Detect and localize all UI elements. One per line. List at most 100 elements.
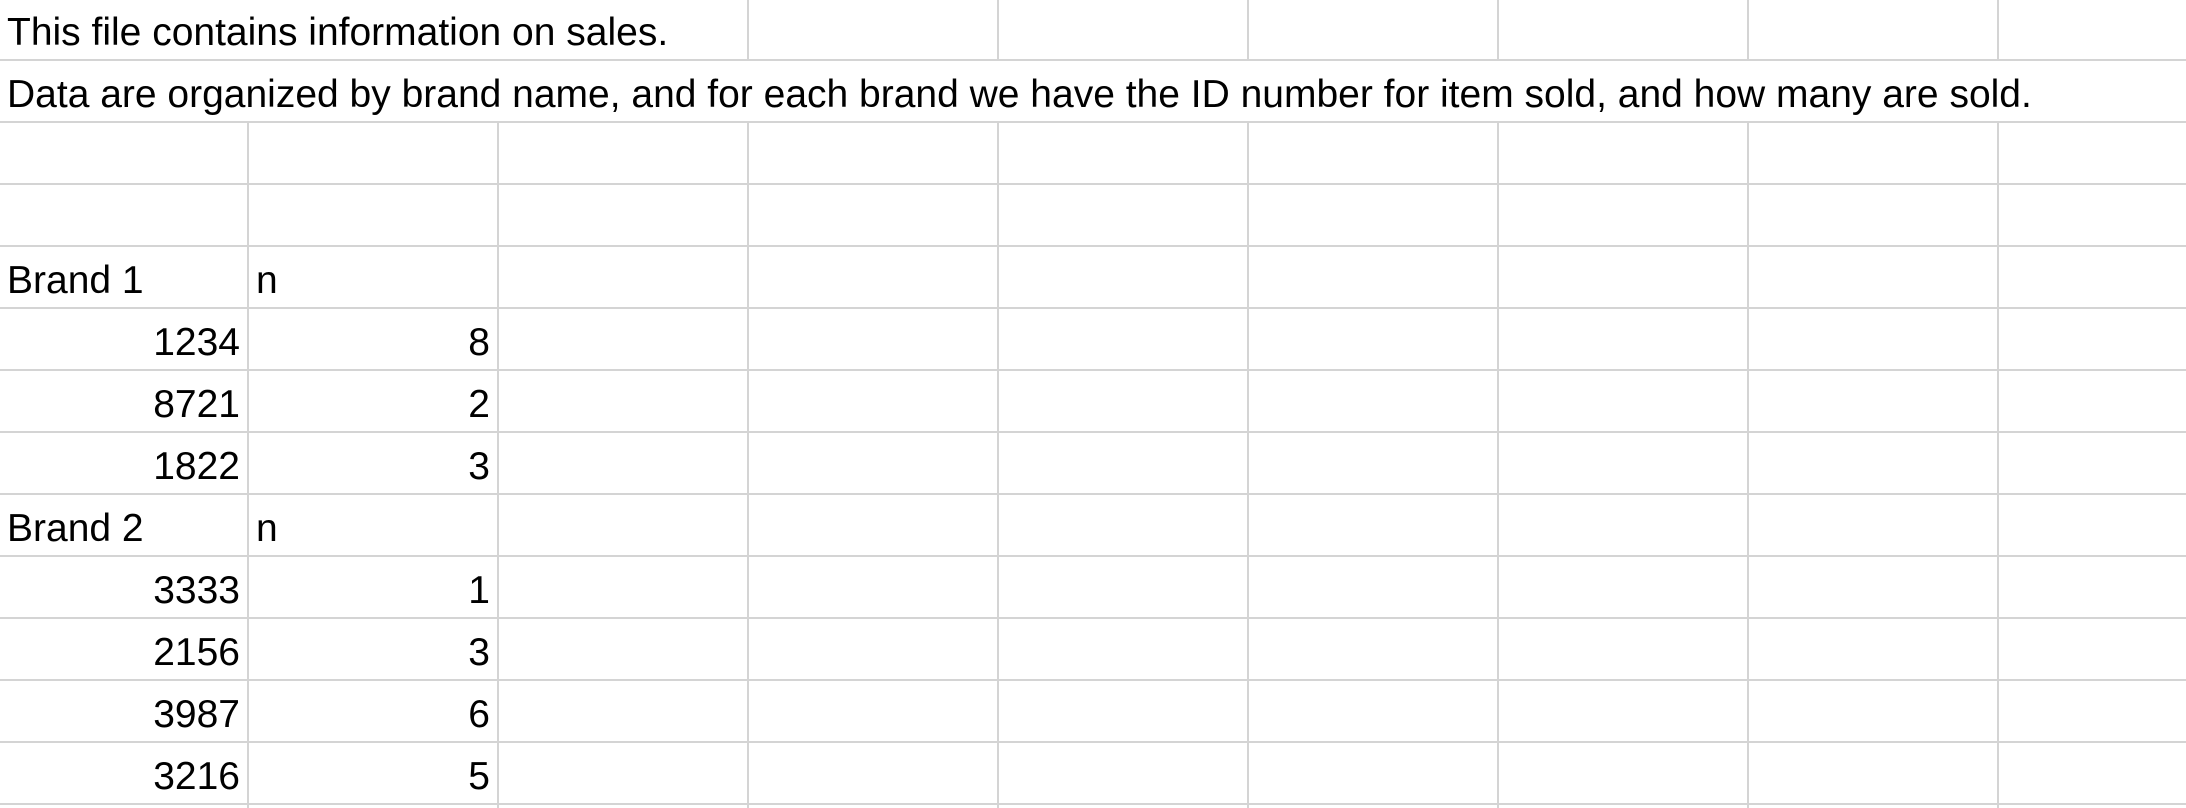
cell-r13-c7[interactable]: [1499, 743, 1749, 805]
cell-r8-c5[interactable]: [999, 433, 1249, 495]
cell-r10-c7[interactable]: [1499, 557, 1749, 619]
cell-r6-c6[interactable]: [1249, 309, 1499, 371]
cell-r9-c5[interactable]: [999, 495, 1249, 557]
cell-r5-c9[interactable]: [1999, 247, 2186, 309]
cell-r8-c7[interactable]: [1499, 433, 1749, 495]
cell-r11-c9[interactable]: [1999, 619, 2186, 681]
cell-r10-c9[interactable]: [1999, 557, 2186, 619]
cell-r7-c1[interactable]: 8721: [0, 371, 249, 433]
cell-r4-c4[interactable]: [749, 185, 999, 247]
cell-r4-c1[interactable]: [0, 185, 249, 247]
cell-r3-c1[interactable]: [0, 123, 249, 185]
cell-r13-c3[interactable]: [499, 743, 749, 805]
cell-r7-c7[interactable]: [1499, 371, 1749, 433]
cell-r11-c6[interactable]: [1249, 619, 1499, 681]
cell-r3-c2[interactable]: [249, 123, 499, 185]
cell-r1-c6[interactable]: [1249, 0, 1499, 61]
cell-r1-c1[interactable]: This file contains information on sales.: [0, 0, 668, 61]
cell-r5-c6[interactable]: [1249, 247, 1499, 309]
cell-r3-c8[interactable]: [1749, 123, 1999, 185]
cell-r5-c1[interactable]: Brand 1: [0, 247, 249, 309]
cell-r4-c2[interactable]: [249, 185, 499, 247]
cell-r5-c8[interactable]: [1749, 247, 1999, 309]
cell-r7-c3[interactable]: [499, 371, 749, 433]
cell-r9-c8[interactable]: [1749, 495, 1999, 557]
cell-r6-c7[interactable]: [1499, 309, 1749, 371]
cell-r5-c7[interactable]: [1499, 247, 1749, 309]
cell-r13-c8[interactable]: [1749, 743, 1999, 805]
cell-r13-c2[interactable]: 5: [249, 743, 499, 805]
cell-r10-c6[interactable]: [1249, 557, 1499, 619]
cell-r10-c1[interactable]: 3333: [0, 557, 249, 619]
cell-r1-c9[interactable]: [1999, 0, 2186, 61]
cell-r2-c1[interactable]: Data are organized by brand name, and fo…: [0, 61, 2032, 123]
cell-r4-c8[interactable]: [1749, 185, 1999, 247]
cell-r8-c8[interactable]: [1749, 433, 1999, 495]
cell-r3-c3[interactable]: [499, 123, 749, 185]
cell-r4-c6[interactable]: [1249, 185, 1499, 247]
cell-r4-c7[interactable]: [1499, 185, 1749, 247]
cell-r8-c2[interactable]: 3: [249, 433, 499, 495]
cell-r8-c9[interactable]: [1999, 433, 2186, 495]
cell-r9-c3[interactable]: [499, 495, 749, 557]
cell-r4-c3[interactable]: [499, 185, 749, 247]
cell-r3-c6[interactable]: [1249, 123, 1499, 185]
cell-r12-c4[interactable]: [749, 681, 999, 743]
cell-r11-c2[interactable]: 3: [249, 619, 499, 681]
cell-r7-c2[interactable]: 2: [249, 371, 499, 433]
cell-r6-c5[interactable]: [999, 309, 1249, 371]
cell-r8-c3[interactable]: [499, 433, 749, 495]
cell-r12-c9[interactable]: [1999, 681, 2186, 743]
cell-r12-c5[interactable]: [999, 681, 1249, 743]
cell-r7-c6[interactable]: [1249, 371, 1499, 433]
cell-r11-c3[interactable]: [499, 619, 749, 681]
cell-r12-c7[interactable]: [1499, 681, 1749, 743]
cell-r6-c1[interactable]: 1234: [0, 309, 249, 371]
cell-r5-c5[interactable]: [999, 247, 1249, 309]
cell-r7-c5[interactable]: [999, 371, 1249, 433]
cell-r1-c8[interactable]: [1749, 0, 1999, 61]
cell-r7-c8[interactable]: [1749, 371, 1999, 433]
cell-r1-c4[interactable]: [749, 0, 999, 61]
cell-r10-c3[interactable]: [499, 557, 749, 619]
cell-r3-c5[interactable]: [999, 123, 1249, 185]
cell-r1-c5[interactable]: [999, 0, 1249, 61]
cell-r5-c3[interactable]: [499, 247, 749, 309]
cell-r3-c7[interactable]: [1499, 123, 1749, 185]
cell-r6-c3[interactable]: [499, 309, 749, 371]
cell-r11-c8[interactable]: [1749, 619, 1999, 681]
cell-r10-c5[interactable]: [999, 557, 1249, 619]
cell-r13-c5[interactable]: [999, 743, 1249, 805]
cell-r11-c1[interactable]: 2156: [0, 619, 249, 681]
cell-r8-c4[interactable]: [749, 433, 999, 495]
cell-r13-c1[interactable]: 3216: [0, 743, 249, 805]
cell-r6-c9[interactable]: [1999, 309, 2186, 371]
cell-r12-c3[interactable]: [499, 681, 749, 743]
cell-r10-c2[interactable]: 1: [249, 557, 499, 619]
cell-r10-c4[interactable]: [749, 557, 999, 619]
cell-r8-c6[interactable]: [1249, 433, 1499, 495]
cell-r3-c4[interactable]: [749, 123, 999, 185]
cell-r10-c8[interactable]: [1749, 557, 1999, 619]
cell-r5-c4[interactable]: [749, 247, 999, 309]
cell-r9-c6[interactable]: [1249, 495, 1499, 557]
cell-r11-c5[interactable]: [999, 619, 1249, 681]
cell-r9-c1[interactable]: Brand 2: [0, 495, 249, 557]
cell-r6-c8[interactable]: [1749, 309, 1999, 371]
cell-r4-c9[interactable]: [1999, 185, 2186, 247]
cell-r12-c1[interactable]: 3987: [0, 681, 249, 743]
cell-r11-c4[interactable]: [749, 619, 999, 681]
cell-r13-c6[interactable]: [1249, 743, 1499, 805]
cell-r9-c2[interactable]: n: [249, 495, 499, 557]
cell-r6-c2[interactable]: 8: [249, 309, 499, 371]
cell-r9-c4[interactable]: [749, 495, 999, 557]
cell-r4-c5[interactable]: [999, 185, 1249, 247]
cell-r12-c2[interactable]: 6: [249, 681, 499, 743]
cell-r7-c9[interactable]: [1999, 371, 2186, 433]
cell-r9-c7[interactable]: [1499, 495, 1749, 557]
cell-r5-c2[interactable]: n: [249, 247, 499, 309]
cell-r13-c9[interactable]: [1999, 743, 2186, 805]
cell-r13-c4[interactable]: [749, 743, 999, 805]
cell-r9-c9[interactable]: [1999, 495, 2186, 557]
cell-r12-c8[interactable]: [1749, 681, 1999, 743]
